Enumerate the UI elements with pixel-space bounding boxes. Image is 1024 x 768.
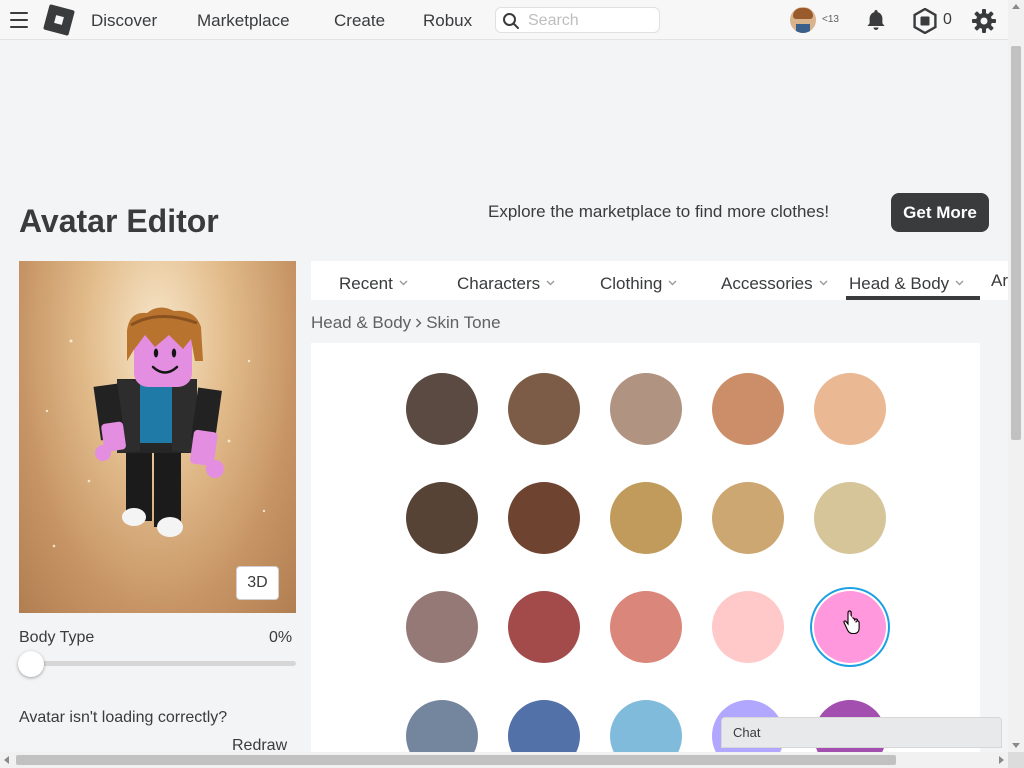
search-input[interactable] bbox=[528, 11, 653, 31]
vertical-scrollbar[interactable] bbox=[1008, 0, 1024, 752]
skin-tone-swatch[interactable] bbox=[406, 373, 478, 445]
skin-tone-swatch[interactable] bbox=[610, 591, 682, 663]
tab-animations[interactable]: Ar bbox=[991, 271, 1008, 291]
skin-tone-swatch[interactable] bbox=[610, 373, 682, 445]
chat-label: Chat bbox=[733, 725, 761, 740]
scrollbar-corner bbox=[1008, 752, 1024, 768]
explore-marketplace-text: Explore the marketplace to find more clo… bbox=[488, 202, 830, 221]
category-tabs: Recent Characters Clothing Accessories H… bbox=[311, 261, 1008, 300]
tab-label: Characters bbox=[457, 274, 541, 293]
get-more-button[interactable]: Get More bbox=[891, 193, 989, 232]
scroll-down-arrow-icon[interactable] bbox=[1012, 743, 1020, 748]
tab-label: Ar bbox=[991, 271, 1008, 290]
tab-label: Clothing bbox=[600, 274, 663, 293]
chevron-down-icon bbox=[955, 271, 964, 291]
chevron-right-icon bbox=[415, 313, 422, 333]
body-type-slider-thumb[interactable] bbox=[18, 651, 44, 677]
tab-label: Accessories bbox=[721, 274, 813, 293]
scroll-left-arrow-icon[interactable] bbox=[4, 756, 9, 764]
body-type-label: Body Type bbox=[19, 629, 95, 646]
avatar-figure bbox=[45, 307, 266, 548]
tab-head-and-body[interactable]: Head & Body bbox=[849, 271, 964, 294]
user-avatar[interactable] bbox=[790, 7, 816, 33]
skin-tone-swatch[interactable] bbox=[508, 373, 580, 445]
scroll-up-arrow-icon[interactable] bbox=[1012, 4, 1020, 9]
tab-label: Head & Body bbox=[849, 274, 950, 293]
tab-accessories[interactable]: Accessories bbox=[721, 271, 828, 294]
skin-tone-swatch[interactable] bbox=[814, 373, 886, 445]
horizontal-scrollbar-thumb[interactable] bbox=[16, 755, 896, 765]
top-nav: Discover Marketplace Create Robux <13 0 bbox=[0, 0, 1008, 40]
robux-icon[interactable] bbox=[912, 8, 938, 34]
vertical-scrollbar-thumb[interactable] bbox=[1011, 46, 1021, 440]
breadcrumb-current: Skin Tone bbox=[426, 313, 501, 332]
tab-label: Recent bbox=[339, 274, 393, 293]
skin-tone-swatch[interactable] bbox=[406, 591, 478, 663]
hand-cursor-icon bbox=[843, 610, 860, 635]
skin-tone-swatch[interactable] bbox=[712, 591, 784, 663]
skin-tone-swatch[interactable] bbox=[712, 482, 784, 554]
nav-link-discover[interactable]: Discover bbox=[91, 11, 157, 31]
skin-tone-panel bbox=[311, 343, 980, 752]
skin-tone-swatch[interactable] bbox=[610, 482, 682, 554]
chevron-down-icon bbox=[399, 271, 408, 291]
avatar-loading-issue-text: Avatar isn't loading correctly? bbox=[19, 709, 228, 726]
tab-recent[interactable]: Recent bbox=[339, 271, 408, 294]
chat-bar[interactable]: Chat bbox=[721, 717, 1002, 748]
skin-tone-swatch[interactable] bbox=[406, 482, 478, 554]
avatar-preview[interactable]: 3D bbox=[19, 261, 296, 613]
chevron-down-icon bbox=[546, 271, 555, 291]
skin-tone-swatch[interactable] bbox=[610, 700, 682, 752]
nav-link-create[interactable]: Create bbox=[334, 11, 385, 31]
age-badge: <13 bbox=[822, 14, 839, 25]
breadcrumb-parent[interactable]: Head & Body bbox=[311, 313, 411, 332]
nav-link-robux[interactable]: Robux bbox=[423, 11, 472, 31]
tab-characters[interactable]: Characters bbox=[457, 271, 555, 294]
skin-tone-swatch[interactable] bbox=[508, 700, 580, 752]
search-icon bbox=[503, 13, 519, 29]
skin-tone-swatch[interactable] bbox=[814, 482, 886, 554]
settings-gear-icon[interactable] bbox=[971, 8, 997, 34]
breadcrumb: Head & Body Skin Tone bbox=[311, 313, 501, 333]
menu-icon[interactable] bbox=[10, 12, 28, 28]
scroll-right-arrow-icon[interactable] bbox=[999, 756, 1004, 764]
chevron-down-icon bbox=[819, 271, 828, 291]
body-type-slider-track[interactable] bbox=[19, 661, 296, 666]
view-3d-toggle-button[interactable]: 3D bbox=[236, 566, 279, 600]
skin-tone-swatch[interactable] bbox=[406, 700, 478, 752]
nav-link-marketplace[interactable]: Marketplace bbox=[197, 11, 290, 31]
skin-tone-swatch[interactable] bbox=[508, 482, 580, 554]
horizontal-scrollbar[interactable] bbox=[0, 752, 1008, 768]
skin-tone-swatch[interactable] bbox=[712, 373, 784, 445]
active-tab-indicator bbox=[846, 296, 980, 300]
body-type-value: 0% bbox=[269, 629, 293, 646]
skin-tone-swatch[interactable] bbox=[508, 591, 580, 663]
tab-clothing[interactable]: Clothing bbox=[600, 271, 677, 294]
notification-bell-icon[interactable] bbox=[864, 8, 888, 32]
search-box[interactable] bbox=[495, 7, 660, 33]
robux-balance: 0 bbox=[943, 11, 952, 28]
page-title: Avatar Editor bbox=[19, 203, 219, 239]
roblox-logo-icon[interactable] bbox=[43, 4, 75, 36]
chevron-down-icon bbox=[668, 271, 677, 291]
